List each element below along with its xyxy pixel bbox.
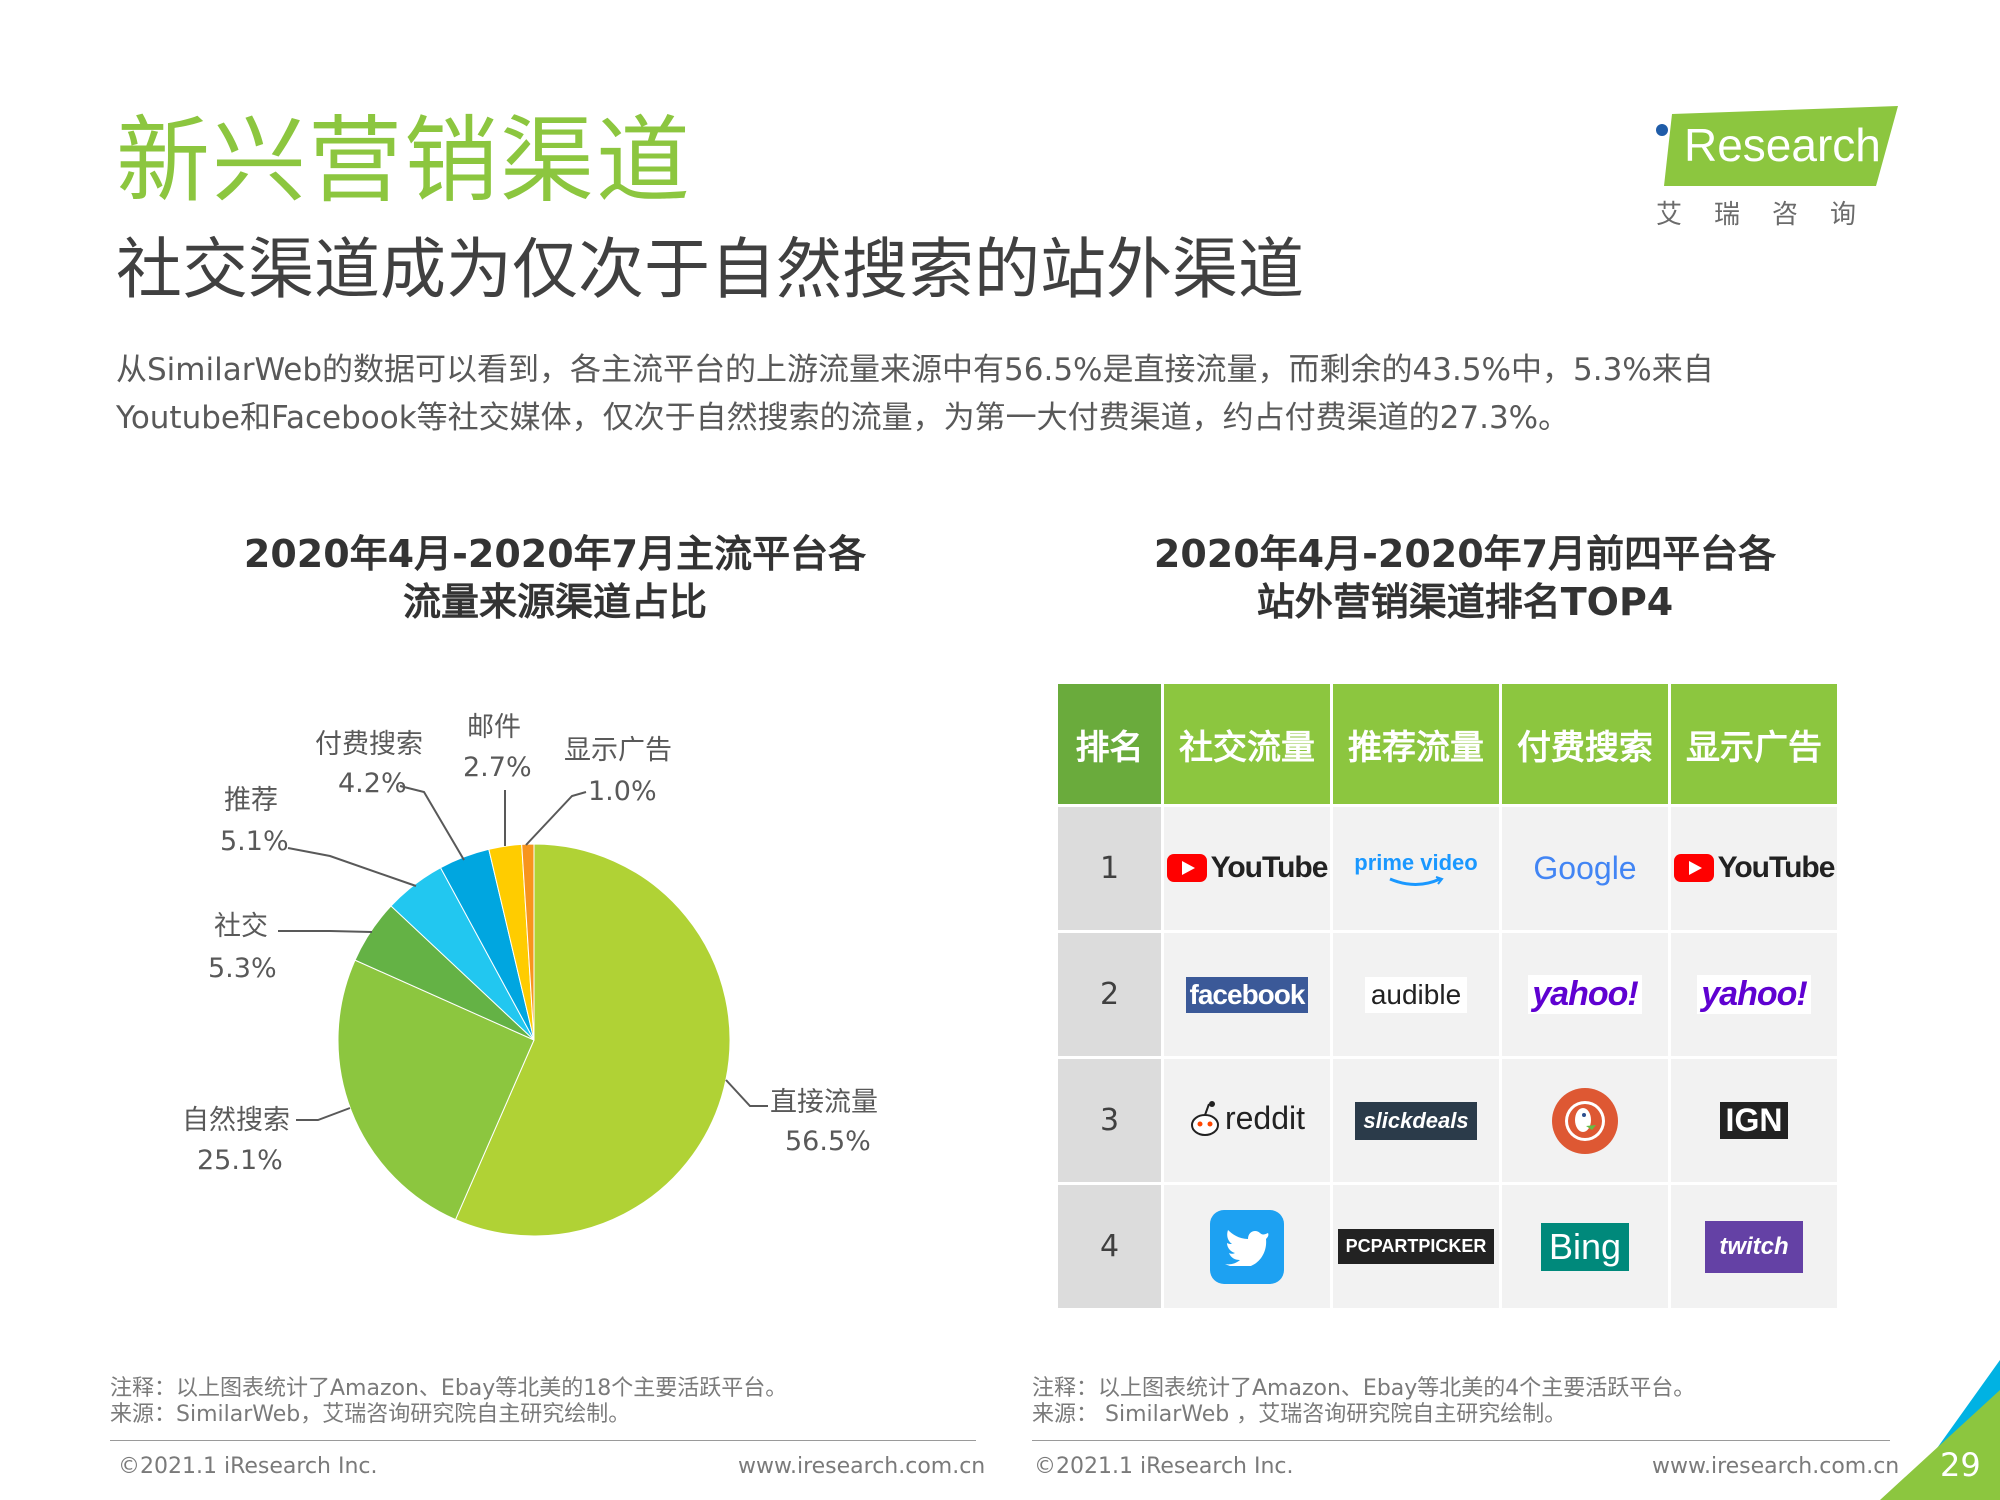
footer-divider-right: [1032, 1440, 1890, 1441]
table-row: 4 PCPARTPICKER Bing twitch: [1058, 1182, 1837, 1308]
twitter-bird-icon: [1210, 1209, 1284, 1284]
cell-pcpartpicker-logo: PCPARTPICKER: [1333, 1182, 1502, 1308]
slice-label-direct: 直接流量: [770, 1087, 878, 1118]
footer-divider-left: [110, 1440, 976, 1441]
header-rank: 排名: [1058, 684, 1164, 804]
logo-chinese-name: 艾瑞咨询: [1656, 200, 1889, 230]
footer-copyright-left: ©2021.1 iResearch Inc.: [118, 1454, 378, 1479]
right-source: 来源： SimilarWeb ，艾瑞咨询研究院自主研究绘制。: [1032, 1402, 1567, 1427]
ranking-table: 排名 社交流量 推荐流量 付费搜索 显示广告 1 YouTube prime v…: [1058, 684, 1837, 1308]
cell-duckduckgo-logo: [1502, 1056, 1671, 1182]
left-source: 来源：SimilarWeb，艾瑞咨询研究院自主研究绘制。: [110, 1402, 631, 1427]
leader-line-paid-search: [399, 785, 465, 861]
slice-label-paid-search: 付费搜索: [315, 729, 423, 760]
cell-youtube-logo: YouTube: [1164, 804, 1333, 930]
table-header-row: 排名 社交流量 推荐流量 付费搜索 显示广告: [1058, 684, 1837, 804]
table-title-line-2: 站外营销渠道排名TOP4: [1256, 580, 1674, 624]
header-referral: 推荐流量: [1333, 684, 1502, 804]
slice-pct-direct: 56.5%: [785, 1126, 871, 1157]
cell-google-logo: Google: [1502, 804, 1671, 930]
slice-label-social: 社交: [214, 911, 268, 942]
cell-reddit-logo: reddit: [1164, 1056, 1333, 1182]
slice-pct-organic: 25.1%: [197, 1145, 283, 1176]
slice-label-email: 邮件: [467, 712, 521, 743]
cell-youtube-logo: YouTube: [1671, 804, 1837, 930]
amazon-smile-icon: [1389, 875, 1444, 886]
right-note: 注释：以上图表统计了Amazon、Ebay等北美的4个主要活跃平台。: [1032, 1376, 1696, 1401]
left-note: 注释：以上图表统计了Amazon、Ebay等北美的18个主要活跃平台。: [110, 1376, 788, 1401]
footer-copyright-right: ©2021.1 iResearch Inc.: [1034, 1454, 1294, 1479]
logo-dot-icon: [1656, 124, 1668, 136]
page-number: 29: [1940, 1446, 1981, 1484]
table-title-line-1: 2020年4月-2020年7月前四平台各: [1153, 532, 1777, 576]
cell-ign-logo: IGN: [1671, 1056, 1837, 1182]
reddit-alien-icon: [1190, 1100, 1219, 1136]
header-paid-search: 付费搜索: [1502, 684, 1671, 804]
logo-wordmark: Research: [1684, 119, 1881, 171]
rank-cell: 2: [1058, 930, 1164, 1056]
leader-line-referral: [287, 847, 417, 887]
table-row: 3 reddit slickdeals IGN: [1058, 1056, 1837, 1182]
leader-line-display: [525, 791, 587, 846]
footer-website-right: www.iresearch.com.cn: [1652, 1454, 1900, 1479]
cell-yahoo-logo: yahoo!: [1671, 930, 1837, 1056]
table-title: 2020年4月-2020年7月前四平台各 站外营销渠道排名TOP4: [1060, 530, 1870, 626]
youtube-play-icon: [1166, 854, 1207, 882]
cell-slickdeals-logo: slickdeals: [1333, 1056, 1502, 1182]
header-display: 显示广告: [1671, 684, 1837, 804]
cell-twitter-logo: [1164, 1182, 1333, 1308]
youtube-play-icon: [1673, 854, 1714, 882]
rank-cell: 3: [1058, 1056, 1164, 1182]
leader-line-social: [278, 930, 373, 933]
cell-twitch-logo: twitch: [1671, 1182, 1837, 1308]
cell-bing-logo: Bing: [1502, 1182, 1671, 1308]
header-social: 社交流量: [1164, 684, 1333, 804]
footer-website-left: www.iresearch.com.cn: [738, 1454, 986, 1479]
cell-facebook-logo: facebook: [1164, 930, 1333, 1056]
slice-label-organic: 自然搜索: [182, 1105, 290, 1136]
leader-line-organic: [296, 1107, 351, 1121]
slice-label-referral: 推荐: [224, 785, 278, 816]
rank-cell: 4: [1058, 1182, 1164, 1308]
table-row: 1 YouTube prime video Google YouTube: [1058, 804, 1837, 930]
rank-cell: 1: [1058, 804, 1164, 930]
pie-chart: [278, 785, 768, 1237]
slice-label-display: 显示广告: [564, 735, 672, 766]
slice-pct-display: 1.0%: [588, 776, 657, 807]
slice-pct-referral: 5.1%: [220, 826, 289, 857]
slice-pct-social: 5.3%: [208, 953, 277, 984]
table-row: 2 facebook audible yahoo! yahoo!: [1058, 930, 1837, 1056]
leader-line-direct: [725, 1079, 768, 1107]
cell-audible-logo: audible: [1333, 930, 1502, 1056]
duckduckgo-icon: [1552, 1087, 1618, 1154]
slice-pct-email: 2.7%: [463, 752, 532, 783]
cell-prime-video-logo: prime video: [1333, 804, 1502, 930]
ranking-table-wrap: 排名 社交流量 推荐流量 付费搜索 显示广告 1 YouTube prime v…: [1058, 684, 1837, 1308]
cell-yahoo-logo: yahoo!: [1502, 930, 1671, 1056]
slice-pct-paid-search: 4.2%: [338, 768, 407, 799]
